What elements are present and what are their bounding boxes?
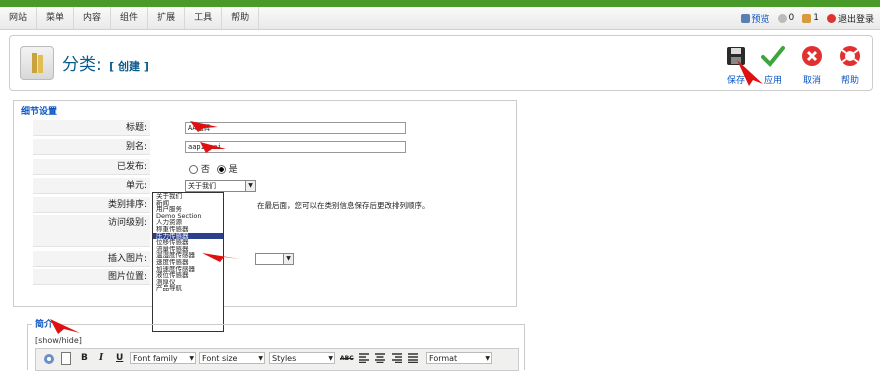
- font-family-value: Font family: [133, 354, 178, 363]
- menu-item-site[interactable]: 网站: [0, 7, 38, 29]
- dropdown-option[interactable]: 液位传感器: [153, 272, 223, 279]
- alias-label: 别名:: [33, 139, 150, 155]
- users-count: 1: [813, 13, 819, 23]
- section-label: 单元:: [33, 178, 150, 194]
- format-select[interactable]: Format ▼: [426, 352, 492, 364]
- preview-icon: [740, 13, 750, 23]
- font-size-select[interactable]: Font size ▼: [199, 352, 265, 364]
- font-family-select[interactable]: Font family ▼: [130, 352, 196, 364]
- align-right-icon[interactable]: [392, 353, 402, 363]
- published-no-radio[interactable]: [189, 165, 198, 174]
- chevron-down-icon: ▼: [283, 254, 293, 264]
- access-label: 访问级别:: [33, 215, 150, 247]
- messages-icon: [777, 13, 787, 23]
- annotation-arrow-dropdown: [202, 253, 240, 262]
- cancel-icon: [802, 46, 822, 66]
- published-yes-radio[interactable]: [216, 165, 226, 174]
- preview-link[interactable]: 预览: [740, 12, 770, 25]
- italic-button[interactable]: I: [99, 353, 103, 363]
- section-select-value: 关于我们: [188, 182, 216, 190]
- published-yes-label: 是: [228, 165, 238, 175]
- annotation-arrow-save: [737, 60, 763, 86]
- strikethrough-button[interactable]: ABC: [340, 355, 354, 362]
- show-hide-toggle[interactable]: [show/hide]: [35, 336, 82, 345]
- main-menu: 网站 菜单 内容 组件 扩展 工具 帮助: [0, 7, 260, 29]
- published-row: 已发布: 否 是: [33, 159, 373, 175]
- top-accent-bar: [0, 0, 880, 7]
- dropdown-option[interactable]: Demo Section: [153, 213, 223, 220]
- details-legend: 细节设置: [18, 104, 61, 117]
- menu-item-components[interactable]: 组件: [111, 7, 149, 29]
- category-icon: [20, 46, 54, 80]
- chevron-down-icon: ▼: [189, 355, 194, 362]
- menu-item-menus[interactable]: 菜单: [37, 7, 75, 29]
- dropdown-option[interactable]: 加速度传感器: [153, 266, 223, 273]
- image-select[interactable]: ▼: [255, 253, 294, 265]
- dropdown-option[interactable]: 称重传感器: [153, 226, 223, 233]
- messages-count: 0: [788, 13, 795, 23]
- help-label: 帮助: [840, 76, 859, 86]
- menu-item-content[interactable]: 内容: [74, 7, 112, 29]
- users-icon: [802, 13, 812, 23]
- align-center-icon[interactable]: [375, 353, 385, 363]
- title-label: 标题:: [33, 120, 150, 136]
- users-indicator[interactable]: 1: [802, 13, 819, 23]
- dropdown-option[interactable]: 关于我们: [153, 193, 223, 200]
- chevron-down-icon: ▼: [258, 355, 263, 362]
- chevron-down-icon: ▼: [328, 355, 333, 362]
- dropdown-option[interactable]: 新闻: [153, 200, 223, 207]
- annotation-arrow-title: [190, 121, 218, 132]
- chevron-down-icon: ▼: [245, 181, 255, 191]
- annotation-arrow-alias: [200, 142, 226, 153]
- logout-icon: [826, 13, 836, 23]
- order-row: 类别排序: 在最后面，您可以在类别信息保存后更改排列顺序。: [33, 197, 453, 213]
- styles-select[interactable]: Styles ▼: [269, 352, 335, 364]
- lifebuoy-icon: [840, 46, 860, 66]
- help-button[interactable]: 帮助: [832, 44, 868, 86]
- image-position-label: 图片位置:: [33, 269, 150, 285]
- align-left-icon[interactable]: [359, 353, 369, 363]
- cancel-button[interactable]: 取消: [794, 44, 830, 86]
- bold-button[interactable]: B: [81, 353, 88, 363]
- status-area: 预览 0 1 退出登录: [737, 7, 874, 29]
- order-note: 在最后面，您可以在类别信息保存后更改排列顺序。: [257, 201, 430, 210]
- dropdown-option-selected[interactable]: 压力传感器: [153, 232, 223, 240]
- styles-value: Styles: [272, 354, 297, 363]
- dropdown-option[interactable]: 用户服务: [153, 206, 223, 213]
- preview-label: 预览: [751, 14, 770, 25]
- editor-toolbar: B I U Font family ▼ Font size ▼ Styles ▼ AB…: [35, 348, 519, 371]
- page-title-text: 分类:: [62, 55, 102, 75]
- section-select[interactable]: 关于我们 ▼: [185, 180, 256, 192]
- dropdown-option[interactable]: 人力资源: [153, 219, 223, 226]
- dropdown-option[interactable]: 产品导航: [153, 285, 223, 292]
- help-circle-icon[interactable]: [43, 353, 55, 365]
- page-title: 分类: [ 创建 ]: [62, 50, 149, 75]
- cancel-label: 取消: [802, 76, 821, 86]
- image-label: 插入图片:: [33, 251, 150, 267]
- dropdown-option[interactable]: 测厚仪: [153, 279, 223, 286]
- published-label: 已发布:: [33, 159, 150, 175]
- published-options: 否 是: [189, 162, 238, 175]
- menu-item-help[interactable]: 帮助: [222, 7, 260, 29]
- new-document-icon[interactable]: [61, 352, 71, 365]
- page-title-action: [ 创建 ]: [109, 60, 149, 73]
- menu-bar: 网站 菜单 内容 组件 扩展 工具 帮助 预览 0 1 退出登录: [0, 7, 880, 30]
- order-label: 类别排序:: [33, 197, 150, 213]
- menu-item-tools[interactable]: 工具: [185, 7, 223, 29]
- format-value: Format: [429, 354, 458, 363]
- annotation-arrow-intro: [50, 319, 80, 334]
- published-no-label: 否: [200, 165, 210, 175]
- underline-button[interactable]: U: [116, 353, 123, 363]
- chevron-down-icon: ▼: [485, 355, 490, 362]
- logout-label: 退出登录: [837, 14, 874, 25]
- font-size-value: Font size: [202, 354, 238, 363]
- align-justify-icon[interactable]: [408, 353, 418, 363]
- logout-link[interactable]: 退出登录: [826, 12, 874, 25]
- messages-indicator[interactable]: 0: [777, 13, 795, 23]
- menu-item-extensions[interactable]: 扩展: [148, 7, 186, 29]
